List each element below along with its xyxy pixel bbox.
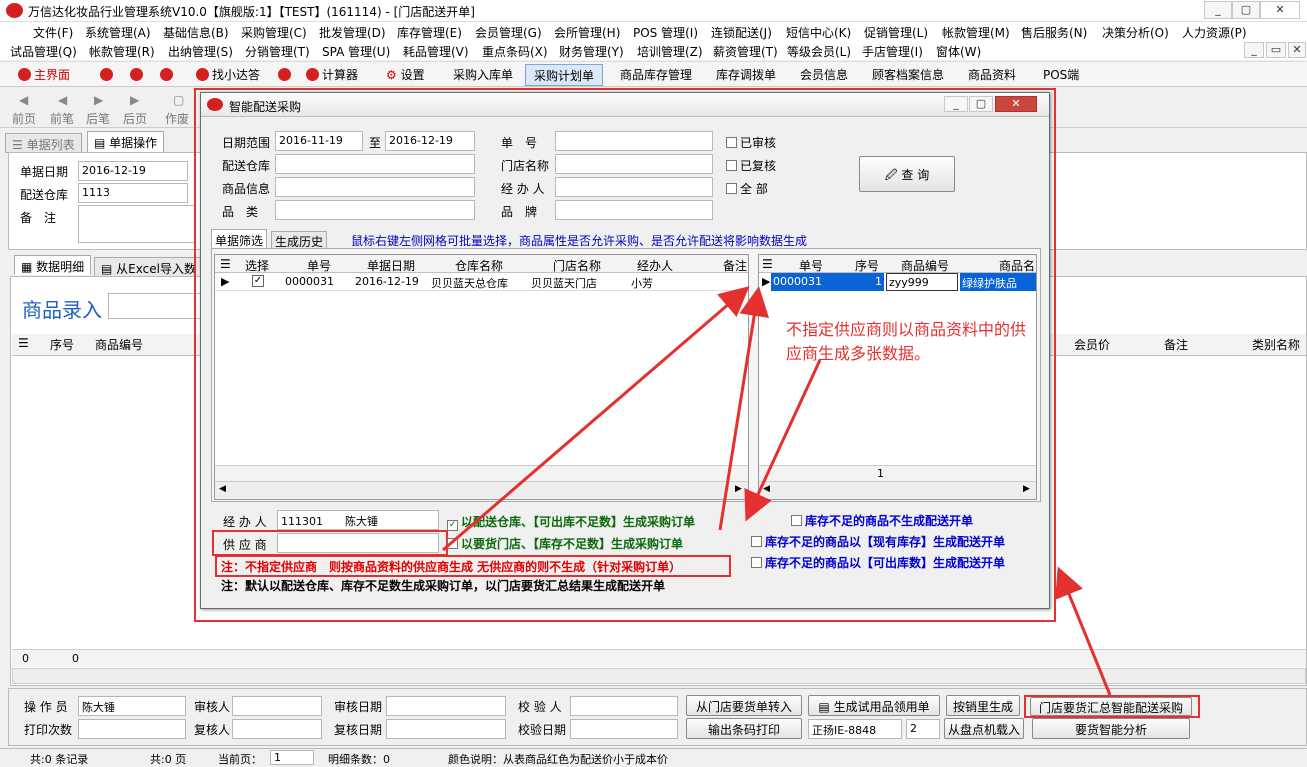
arrow-from-annotation [744,359,822,522]
arrow-to-left-row [442,286,750,552]
annotation-arrows [442,286,1112,696]
arrow-to-right-row [718,286,770,531]
arrow-from-button [1055,566,1112,696]
